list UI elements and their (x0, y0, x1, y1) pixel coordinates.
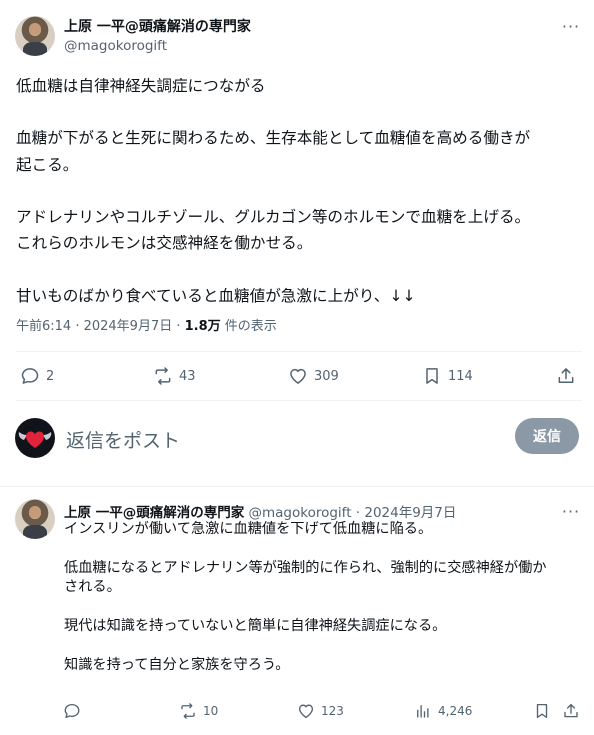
view-count: 1.8万 (184, 319, 221, 334)
post-meta: 午前6:14 · 2024年9月7日 · 1.8万 件の表示 (16, 315, 277, 334)
like-button[interactable]: 309 (288, 364, 339, 388)
like-count: 309 (314, 368, 339, 384)
reply-bookmark-button[interactable] (533, 702, 551, 720)
post-action-bar: 2 43 309 114 (0, 352, 594, 400)
post-text: 低血糖は自律神経失調症につながる 血糖が下がると生死に関わるため、生存本能として… (16, 77, 531, 305)
bookmark-icon (426, 368, 438, 384)
reply-author-avatar[interactable] (15, 499, 55, 539)
repost-count: 43 (179, 368, 196, 384)
bookmark-count: 114 (448, 368, 473, 384)
user-avatar[interactable] (15, 418, 55, 458)
reply-count: 2 (46, 368, 55, 384)
view-count-label: 件の表示 (220, 319, 277, 334)
reply-handle-date[interactable]: @magokorogift · 2024年9月7日 (244, 505, 456, 521)
reply-views-button[interactable]: 4,246 (414, 702, 472, 720)
reply-icon (21, 368, 39, 384)
reply-repost-count: 10 (203, 704, 219, 718)
more-icon[interactable]: ··· (560, 19, 582, 40)
reply-text: インスリンが働いて急激に血糖値を下げて低血糖に陥る。 低血糖になるとアドレナリン… (64, 521, 547, 673)
reply-action-bar: 10 123 4,246 (0, 699, 594, 725)
reply-composer: 返信をポスト 返信 (0, 408, 594, 472)
reply-post[interactable]: 上原 一平@頭痛解消の専門家 @magokorogift · 2024年9月7日… (0, 486, 594, 735)
share-icon (558, 368, 574, 383)
author-name[interactable]: 上原 一平@頭痛解消の専門家 (64, 16, 251, 36)
post-header: 上原 一平@頭痛解消の専門家 @magokorogift ··· (0, 0, 594, 66)
reply-repost-button[interactable]: 10 (179, 702, 218, 720)
reply-input[interactable]: 返信をポスト (66, 426, 180, 453)
post-timestamp[interactable]: 午前6:14 · 2024年9月7日 · (16, 319, 185, 334)
like-icon (290, 368, 306, 384)
reply-icon (64, 703, 80, 719)
reply-author-name[interactable]: 上原 一平@頭痛解消の専門家 (64, 505, 244, 521)
share-button[interactable] (556, 364, 576, 388)
repost-button[interactable]: 43 (153, 364, 196, 388)
reply-like-button[interactable]: 123 (297, 702, 344, 720)
bookmark-icon (536, 703, 548, 719)
reply-share-button[interactable] (562, 702, 580, 720)
reply-reply-button[interactable] (63, 702, 81, 720)
views-icon (417, 705, 429, 718)
repost-icon (181, 703, 195, 719)
share-icon (564, 703, 578, 718)
bookmark-button[interactable]: 114 (422, 364, 473, 388)
author-avatar[interactable] (15, 16, 55, 56)
reply-header: 上原 一平@頭痛解消の専門家 @magokorogift · 2024年9月7日 (64, 501, 456, 521)
reply-view-count: 4,246 (438, 704, 473, 718)
author-handle[interactable]: @magokorogift (64, 38, 167, 54)
reply-like-count: 123 (321, 704, 344, 718)
reply-submit-button[interactable]: 返信 (515, 418, 579, 454)
repost-icon (155, 367, 171, 385)
heart-wings-icon (18, 431, 52, 448)
reply-button[interactable]: 2 (20, 364, 54, 388)
divider (16, 400, 582, 401)
like-icon (298, 704, 314, 719)
